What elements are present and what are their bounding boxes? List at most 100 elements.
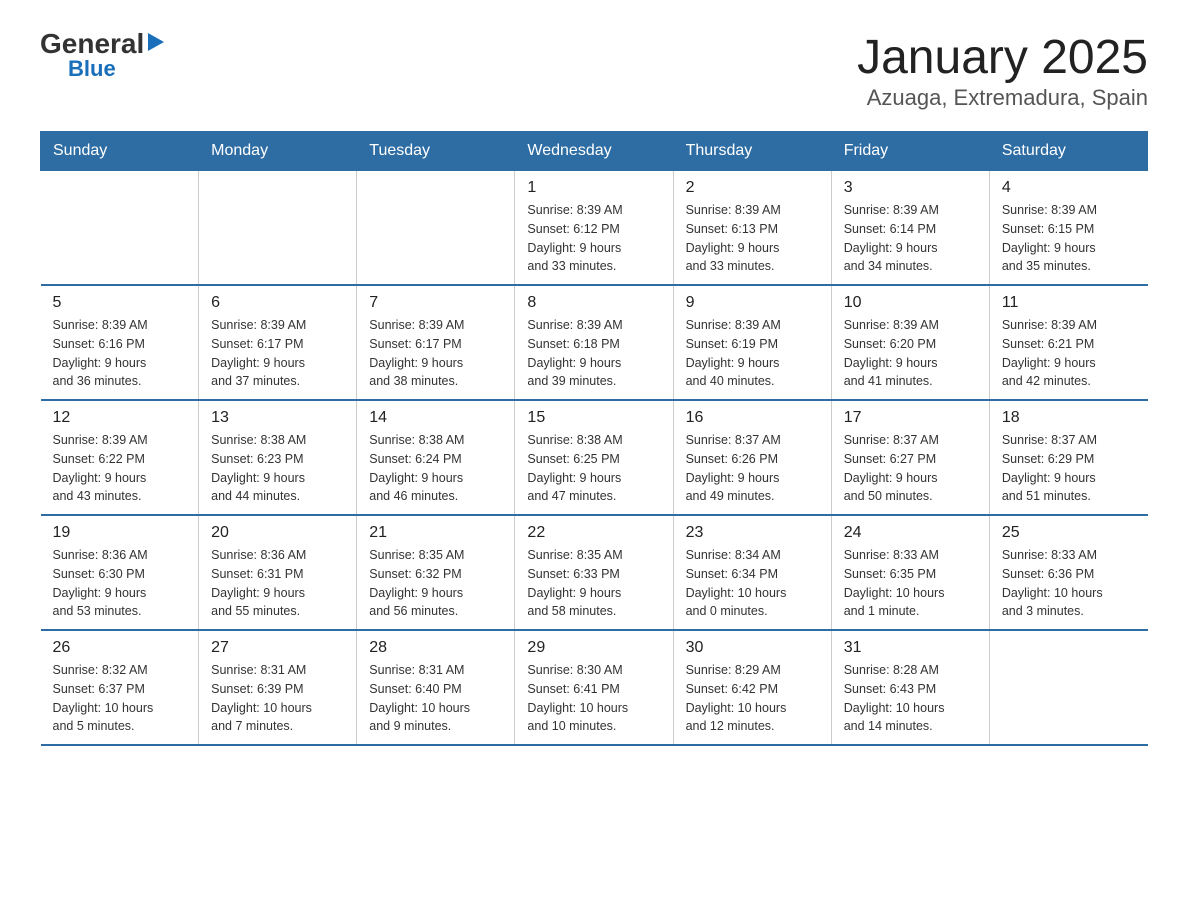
day-info: Sunrise: 8:39 AMSunset: 6:16 PMDaylight:…: [53, 316, 187, 391]
day-number: 1: [527, 179, 660, 197]
header-day-thursday: Thursday: [673, 132, 831, 171]
calendar-cell: 27Sunrise: 8:31 AMSunset: 6:39 PMDayligh…: [199, 630, 357, 745]
day-info: Sunrise: 8:39 AMSunset: 6:22 PMDaylight:…: [53, 431, 187, 506]
week-row-2: 12Sunrise: 8:39 AMSunset: 6:22 PMDayligh…: [41, 400, 1148, 515]
day-info: Sunrise: 8:39 AMSunset: 6:12 PMDaylight:…: [527, 201, 660, 276]
calendar-cell: 20 Sunrise: 8:36 AMSunset: 6:31 PMDayligh…: [199, 515, 357, 630]
header-row: SundayMondayTuesdayWednesdayThursdayFrid…: [41, 132, 1148, 171]
day-info: Sunrise: 8:39 AMSunset: 6:13 PMDaylight:…: [686, 201, 819, 276]
day-info: Sunrise: 8:39 AMSunset: 6:17 PMDaylight:…: [211, 316, 344, 391]
day-info: Sunrise: 8:37 AMSunset: 6:27 PMDaylight:…: [844, 431, 977, 506]
calendar-cell: 1 Sunrise: 8:39 AMSunset: 6:12 PMDaylight…: [515, 171, 673, 286]
calendar-cell: 5Sunrise: 8:39 AMSunset: 6:16 PMDaylight…: [41, 285, 199, 400]
calendar-cell: 15 Sunrise: 8:38 AMSunset: 6:25 PMDayligh…: [515, 400, 673, 515]
day-number: 10: [844, 294, 977, 312]
day-info: Sunrise: 8:38 AMSunset: 6:23 PMDaylight:…: [211, 431, 344, 506]
day-info: Sunrise: 8:28 AMSunset: 6:43 PMDaylight:…: [844, 661, 977, 736]
day-info: Sunrise: 8:39 AMSunset: 6:15 PMDaylight:…: [1002, 201, 1136, 276]
calendar-cell: 21Sunrise: 8:35 AMSunset: 6:32 PMDayligh…: [357, 515, 515, 630]
day-number: 13: [211, 409, 344, 427]
calendar-cell: 18 Sunrise: 8:37 AMSunset: 6:29 PMDayligh…: [989, 400, 1147, 515]
day-number: 15: [527, 409, 660, 427]
calendar-cell: 16 Sunrise: 8:37 AMSunset: 6:26 PMDayligh…: [673, 400, 831, 515]
day-info: Sunrise: 8:29 AMSunset: 6:42 PMDaylight:…: [686, 661, 819, 736]
day-number: 27: [211, 639, 344, 657]
calendar-cell: 28 Sunrise: 8:31 AMSunset: 6:40 PMDayligh…: [357, 630, 515, 745]
calendar-cell: 13 Sunrise: 8:38 AMSunset: 6:23 PMDayligh…: [199, 400, 357, 515]
day-number: 14: [369, 409, 502, 427]
day-info: Sunrise: 8:36 AMSunset: 6:30 PMDaylight:…: [53, 546, 187, 621]
calendar-cell: 4 Sunrise: 8:39 AMSunset: 6:15 PMDaylight…: [989, 171, 1147, 286]
day-number: 28: [369, 639, 502, 657]
day-number: 25: [1002, 524, 1136, 542]
day-number: 23: [686, 524, 819, 542]
logo-blue-text: Blue: [68, 58, 116, 80]
header-day-wednesday: Wednesday: [515, 132, 673, 171]
day-number: 6: [211, 294, 344, 312]
day-number: 11: [1002, 294, 1136, 312]
calendar-cell: 17 Sunrise: 8:37 AMSunset: 6:27 PMDayligh…: [831, 400, 989, 515]
calendar-cell: [357, 171, 515, 286]
day-number: 21: [369, 524, 502, 542]
day-info: Sunrise: 8:31 AMSunset: 6:40 PMDaylight:…: [369, 661, 502, 736]
day-info: Sunrise: 8:36 AMSunset: 6:31 PMDaylight:…: [211, 546, 344, 621]
day-number: 7: [369, 294, 502, 312]
day-number: 18: [1002, 409, 1136, 427]
day-info: Sunrise: 8:32 AMSunset: 6:37 PMDaylight:…: [53, 661, 187, 736]
calendar-cell: 8Sunrise: 8:39 AMSunset: 6:18 PMDaylight…: [515, 285, 673, 400]
day-number: 26: [53, 639, 187, 657]
day-number: 9: [686, 294, 819, 312]
day-number: 16: [686, 409, 819, 427]
day-info: Sunrise: 8:34 AMSunset: 6:34 PMDaylight:…: [686, 546, 819, 621]
calendar-table: SundayMondayTuesdayWednesdayThursdayFrid…: [40, 131, 1148, 746]
page-subtitle: Azuaga, Extremadura, Spain: [857, 85, 1148, 111]
logo-triangle-icon: [148, 33, 164, 51]
calendar-cell: 19 Sunrise: 8:36 AMSunset: 6:30 PMDayligh…: [41, 515, 199, 630]
day-info: Sunrise: 8:38 AMSunset: 6:25 PMDaylight:…: [527, 431, 660, 506]
day-info: Sunrise: 8:37 AMSunset: 6:26 PMDaylight:…: [686, 431, 819, 506]
day-number: 20: [211, 524, 344, 542]
day-number: 24: [844, 524, 977, 542]
day-info: Sunrise: 8:38 AMSunset: 6:24 PMDaylight:…: [369, 431, 502, 506]
calendar-cell: 6 Sunrise: 8:39 AMSunset: 6:17 PMDaylight…: [199, 285, 357, 400]
day-number: 17: [844, 409, 977, 427]
calendar-header: SundayMondayTuesdayWednesdayThursdayFrid…: [41, 132, 1148, 171]
day-info: Sunrise: 8:39 AMSunset: 6:18 PMDaylight:…: [527, 316, 660, 391]
day-number: 4: [1002, 179, 1136, 197]
header-day-monday: Monday: [199, 132, 357, 171]
day-number: 2: [686, 179, 819, 197]
day-number: 3: [844, 179, 977, 197]
day-number: 22: [527, 524, 660, 542]
calendar-cell: 22 Sunrise: 8:35 AMSunset: 6:33 PMDayligh…: [515, 515, 673, 630]
calendar-cell: 26 Sunrise: 8:32 AMSunset: 6:37 PMDayligh…: [41, 630, 199, 745]
day-info: Sunrise: 8:39 AMSunset: 6:19 PMDaylight:…: [686, 316, 819, 391]
calendar-cell: 9 Sunrise: 8:39 AMSunset: 6:19 PMDaylight…: [673, 285, 831, 400]
day-info: Sunrise: 8:35 AMSunset: 6:33 PMDaylight:…: [527, 546, 660, 621]
week-row-1: 5Sunrise: 8:39 AMSunset: 6:16 PMDaylight…: [41, 285, 1148, 400]
header-day-friday: Friday: [831, 132, 989, 171]
logo: General Blue: [40, 30, 164, 80]
page-title: January 2025: [857, 30, 1148, 85]
calendar-cell: 29Sunrise: 8:30 AMSunset: 6:41 PMDayligh…: [515, 630, 673, 745]
week-row-0: 1 Sunrise: 8:39 AMSunset: 6:12 PMDaylight…: [41, 171, 1148, 286]
header-day-tuesday: Tuesday: [357, 132, 515, 171]
title-block: January 2025 Azuaga, Extremadura, Spain: [857, 30, 1148, 111]
calendar-cell: 11 Sunrise: 8:39 AMSunset: 6:21 PMDayligh…: [989, 285, 1147, 400]
day-info: Sunrise: 8:39 AMSunset: 6:14 PMDaylight:…: [844, 201, 977, 276]
page-header: General Blue January 2025 Azuaga, Extrem…: [40, 30, 1148, 111]
day-number: 30: [686, 639, 819, 657]
calendar-body: 1 Sunrise: 8:39 AMSunset: 6:12 PMDaylight…: [41, 171, 1148, 746]
calendar-cell: 31 Sunrise: 8:28 AMSunset: 6:43 PMDayligh…: [831, 630, 989, 745]
day-info: Sunrise: 8:37 AMSunset: 6:29 PMDaylight:…: [1002, 431, 1136, 506]
calendar-cell: 2 Sunrise: 8:39 AMSunset: 6:13 PMDaylight…: [673, 171, 831, 286]
calendar-cell: 30 Sunrise: 8:29 AMSunset: 6:42 PMDayligh…: [673, 630, 831, 745]
day-number: 19: [53, 524, 187, 542]
day-info: Sunrise: 8:39 AMSunset: 6:21 PMDaylight:…: [1002, 316, 1136, 391]
calendar-cell: 24Sunrise: 8:33 AMSunset: 6:35 PMDayligh…: [831, 515, 989, 630]
calendar-cell: [989, 630, 1147, 745]
day-info: Sunrise: 8:33 AMSunset: 6:36 PMDaylight:…: [1002, 546, 1136, 621]
day-number: 31: [844, 639, 977, 657]
calendar-cell: 23 Sunrise: 8:34 AMSunset: 6:34 PMDayligh…: [673, 515, 831, 630]
day-info: Sunrise: 8:39 AMSunset: 6:20 PMDaylight:…: [844, 316, 977, 391]
week-row-3: 19 Sunrise: 8:36 AMSunset: 6:30 PMDayligh…: [41, 515, 1148, 630]
